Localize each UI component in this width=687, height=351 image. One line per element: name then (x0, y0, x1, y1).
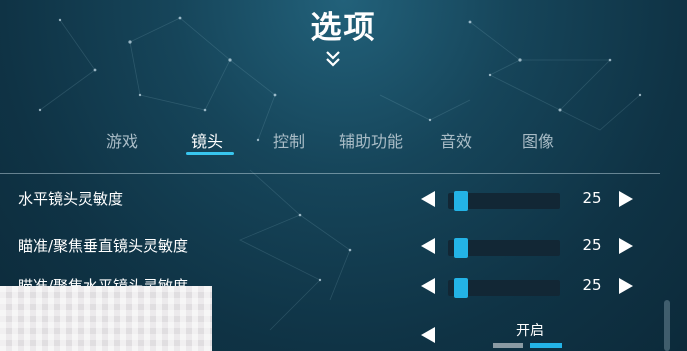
toggle-option-indicator (493, 343, 523, 348)
tab-bar: 游戏 镜头 控制 辅助功能 音效 图像 (0, 128, 687, 154)
slider-track[interactable] (448, 278, 560, 298)
tab-audio[interactable]: 音效 (440, 128, 472, 152)
tab-game[interactable]: 游戏 (106, 128, 138, 152)
setting-value: 25 (582, 236, 602, 254)
setting-row-aim-vertical-sensitivity: 瞄准/聚焦垂直镜头灵敏度 25 (0, 231, 660, 261)
toggle-option-indicator-selected (530, 343, 562, 348)
double-chevron-down-icon[interactable] (325, 50, 341, 68)
setting-label: 瞄准/聚焦垂直镜头灵敏度 (18, 237, 189, 255)
tab-accessibility[interactable]: 辅助功能 (339, 128, 403, 152)
page-title: 选项 (310, 10, 377, 46)
slider-handle[interactable] (454, 278, 469, 298)
arrow-left-icon[interactable] (421, 278, 435, 294)
toggle-value: 开启 (516, 323, 544, 339)
arrow-left-icon[interactable] (421, 191, 435, 207)
arrow-right-icon[interactable] (619, 191, 633, 207)
setting-value: 25 (582, 276, 602, 294)
slider-handle[interactable] (454, 238, 469, 258)
tab-controls[interactable]: 控制 (273, 128, 305, 152)
arrow-right-icon[interactable] (619, 278, 633, 294)
pixelated-overlay (0, 286, 212, 351)
setting-label: 水平镜头灵敏度 (18, 190, 124, 208)
arrow-right-icon[interactable] (619, 238, 633, 254)
slider-track[interactable] (448, 191, 560, 211)
arrow-left-icon[interactable] (421, 327, 435, 343)
divider (0, 173, 660, 174)
setting-row-horizontal-sensitivity: 水平镜头灵敏度 25 (0, 184, 660, 214)
tab-camera[interactable]: 镜头 (191, 128, 223, 152)
tab-graphics[interactable]: 图像 (522, 128, 554, 152)
slider-handle[interactable] (454, 191, 469, 211)
active-tab-indicator (186, 152, 234, 155)
arrow-left-icon[interactable] (421, 238, 435, 254)
slider-track[interactable] (448, 238, 560, 258)
scrollbar[interactable] (664, 300, 670, 351)
setting-value: 25 (582, 189, 602, 207)
